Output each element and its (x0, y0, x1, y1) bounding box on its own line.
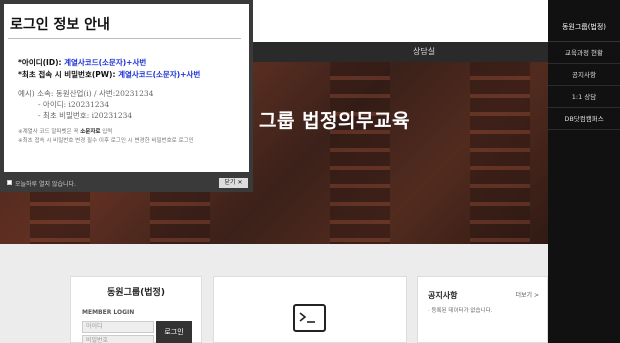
sidebar-item-notice[interactable]: 공지사항 (548, 64, 620, 86)
hero-title: 그룹 법정의무교육 (259, 110, 410, 132)
popup-example-pw: - 최초 비밀번호: i20231234 (38, 111, 133, 120)
sidebar-header[interactable]: 동원그룹(법정) (548, 0, 620, 42)
popup-body: 로그인 정보 안내 *아이디(ID): 계열사코드(소문자)+사번 *최초 접속… (4, 4, 249, 172)
notice-title: 공지사항 (428, 291, 458, 300)
terminal-icon (293, 304, 326, 332)
login-button[interactable]: 로그인 (156, 321, 192, 343)
popup-note1-suffix: 입력 (100, 129, 113, 135)
login-card-title: 동원그룹(법정) (107, 288, 165, 298)
id-input[interactable]: 아이디 (82, 321, 154, 333)
password-input[interactable]: 비밀번호 (82, 335, 154, 343)
sidebar-item-consult[interactable]: 1:1 상담 (548, 86, 620, 108)
terminal-card[interactable] (213, 276, 407, 343)
sidebar-item-courses[interactable]: 교육과정 현황 (548, 42, 620, 64)
login-card: 동원그룹(법정) MEMBER LOGIN 아이디 비밀번호 로그인 (70, 276, 202, 343)
popup-example-id: - 아이디: i20231234 (38, 100, 110, 109)
nav-item-counsel[interactable]: 상담실 (413, 46, 435, 57)
popup-divider (8, 38, 241, 39)
popup-id-value: 계열사코드(소문자)+사번 (64, 58, 147, 67)
popup-pw-rule: *최초 접속 시 비밀번호(PW): 계열사코드(소문자)+사번 (18, 69, 200, 80)
notice-more-link[interactable]: 더보기 > (516, 290, 540, 299)
notice-empty-text: · 등록된 데이터가 없습니다. (428, 308, 493, 314)
dont-show-checkbox[interactable] (7, 180, 12, 185)
popup-note1-prefix: ※계열사 코드 알파벳은 꼭 (18, 129, 81, 135)
login-info-popup: 로그인 정보 안내 *아이디(ID): 계열사코드(소문자)+사번 *최초 접속… (0, 0, 253, 192)
notice-card: 공지사항 더보기 > · 등록된 데이터가 없습니다. (417, 276, 548, 343)
popup-pw-prefix: *최초 접속 시 비밀번호(PW): (18, 70, 119, 79)
page: 상담실 그룹 법정의무교육 동원그룹(법정) 교육과정 현황 공지사항 1:1 … (0, 0, 620, 343)
popup-id-rule: *아이디(ID): 계열사코드(소문자)+사번 (18, 57, 146, 68)
popup-note-lowercase: ※계열사 코드 알파벳은 꼭 소문자로 입력 (18, 127, 112, 135)
popup-title: 로그인 정보 안내 (10, 17, 110, 33)
popup-id-prefix: *아이디(ID): (18, 58, 65, 67)
popup-example-header: 예시) 소속: 동원산업(i) / 사번:20231234 (18, 89, 154, 98)
dont-show-label[interactable]: 오늘하루 열지 않습니다. (15, 179, 76, 188)
sidebar-item-campus[interactable]: DB닷컴캠퍼스 (548, 108, 620, 130)
popup-note1-bold: 소문자로 (80, 129, 101, 135)
member-login-label: MEMBER LOGIN (82, 309, 135, 316)
right-sidebar: 동원그룹(법정) 교육과정 현황 공지사항 1:1 상담 DB닷컴캠퍼스 (548, 0, 620, 343)
popup-close-button[interactable]: 닫기 ✕ (219, 178, 248, 188)
popup-note-password: ※최초 접속 시 비밀번호 변경 필수 이후 로그인 시 변경한 비밀번호로 로… (18, 138, 194, 144)
popup-pw-value: 계열사코드(소문자)+사번 (118, 70, 201, 79)
